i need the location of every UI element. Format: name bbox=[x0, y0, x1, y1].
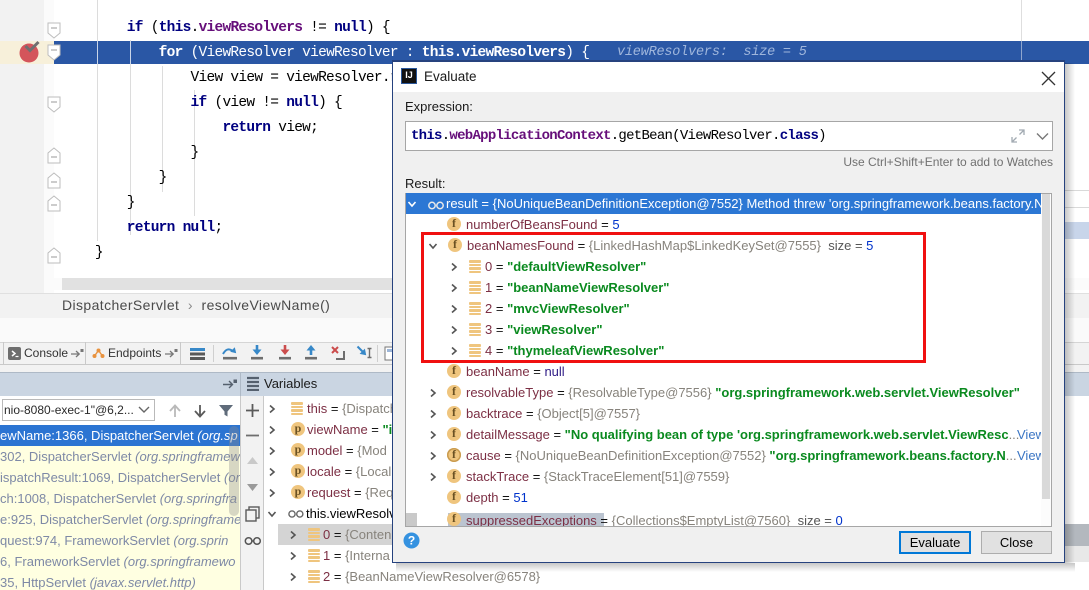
svg-text:?: ? bbox=[408, 534, 415, 548]
